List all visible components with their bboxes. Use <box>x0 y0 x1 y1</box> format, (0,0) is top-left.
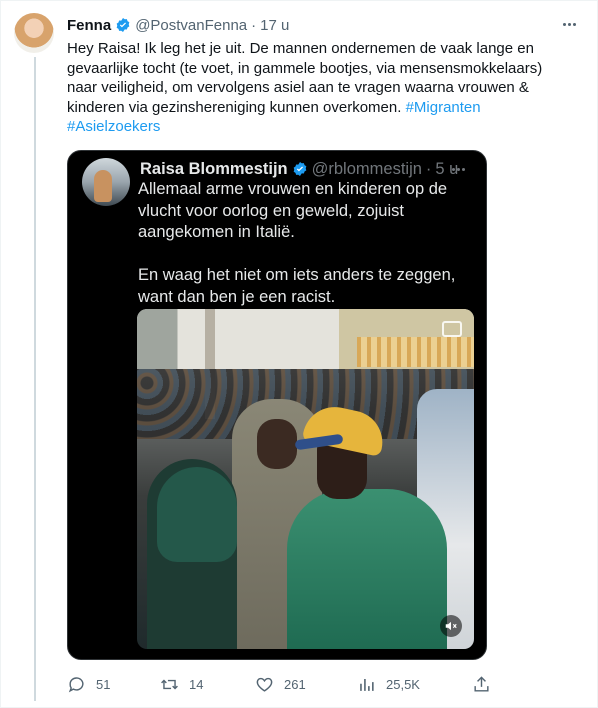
like-icon <box>256 677 273 692</box>
separator-dot: · <box>251 16 257 34</box>
quoted-tweet[interactable]: Raisa Blommestijn @rblommestijn · 5 u Al… <box>67 150 487 660</box>
quoted-text-line: vlucht voor oorlog en geweld, zojuist <box>138 201 404 220</box>
video-scene-person <box>287 489 447 649</box>
verified-badge-icon <box>293 162 306 176</box>
author-handle[interactable]: @PostvanFenna <box>135 17 247 34</box>
retweet-button[interactable]: 14 <box>160 673 203 695</box>
quoted-text-line: Allemaal arme vrouwen en kinderen op de <box>138 180 448 198</box>
video-scene-railing <box>357 337 474 367</box>
reply-count: 51 <box>96 676 111 692</box>
tweet-text-line: #Asielzoekers <box>67 117 567 137</box>
retweet-icon <box>161 679 178 689</box>
tweet-text-line: naar veiligheid, om vervolgens asiel aan… <box>67 79 529 96</box>
like-count: 261 <box>284 676 306 692</box>
tweet-text-line: gevaarlijke tocht (te voet, in gammele b… <box>67 59 543 77</box>
mute-icon[interactable] <box>440 615 462 637</box>
hashtag-link[interactable]: #Migranten <box>406 99 481 116</box>
tweet-text-line: kinderen via gezinshereniging kunnen ove… <box>67 98 567 118</box>
gif-icon[interactable] <box>442 321 462 337</box>
quoted-text-line: aangekomen in Italië. <box>138 223 295 241</box>
separator-dot: · <box>425 159 432 178</box>
avatar[interactable] <box>14 13 54 53</box>
quoted-header: Raisa Blommestijn @rblommestijn · 5 u <box>140 157 474 181</box>
action-bar: 51 14 261 25,5K <box>67 673 497 695</box>
quoted-text: Allemaal arme vrouwen en kinderen op de … <box>138 179 478 308</box>
quoted-author-handle[interactable]: @rblommestijn <box>312 160 422 179</box>
tweet-text-fragment: kinderen via gezinshereniging kunnen ove… <box>67 98 402 116</box>
more-icon[interactable] <box>448 163 468 175</box>
hashtag-link[interactable]: #Asielzoekers <box>67 118 160 135</box>
video-player[interactable] <box>137 309 474 649</box>
reply-icon <box>68 676 84 692</box>
tweet-card[interactable]: Fenna @PostvanFenna · 17 u Hey Raisa! Ik… <box>0 0 598 708</box>
views-button[interactable]: 25,5K <box>357 673 420 695</box>
quoted-avatar[interactable] <box>82 158 130 206</box>
thread-line <box>34 57 36 701</box>
reply-button[interactable]: 51 <box>67 673 110 695</box>
share-icon <box>474 675 489 692</box>
timestamp[interactable]: 17 u <box>260 17 289 34</box>
video-scene-beanie <box>157 467 237 562</box>
share-button[interactable] <box>472 673 491 695</box>
views-count: 25,5K <box>386 676 420 692</box>
retweet-count: 14 <box>189 676 204 692</box>
author-name[interactable]: Fenna <box>67 17 111 34</box>
quoted-text-line: En waag het niet om iets anders te zegge… <box>138 266 456 284</box>
tweet-text-line: Hey Raisa! Ik leg het je uit. De mannen … <box>67 40 534 57</box>
video-scene-face <box>257 419 297 469</box>
like-button[interactable]: 261 <box>255 673 306 695</box>
tweet-text: Hey Raisa! Ik leg het je uit. De mannen … <box>67 39 567 137</box>
verified-badge-icon <box>116 18 130 32</box>
tweet-header: Fenna @PostvanFenna · 17 u <box>67 14 581 36</box>
more-icon[interactable] <box>559 15 579 33</box>
views-icon <box>360 678 374 691</box>
quoted-text-line: want dan ben je een racist. <box>138 287 336 306</box>
quoted-author-name[interactable]: Raisa Blommestijn <box>140 160 288 179</box>
